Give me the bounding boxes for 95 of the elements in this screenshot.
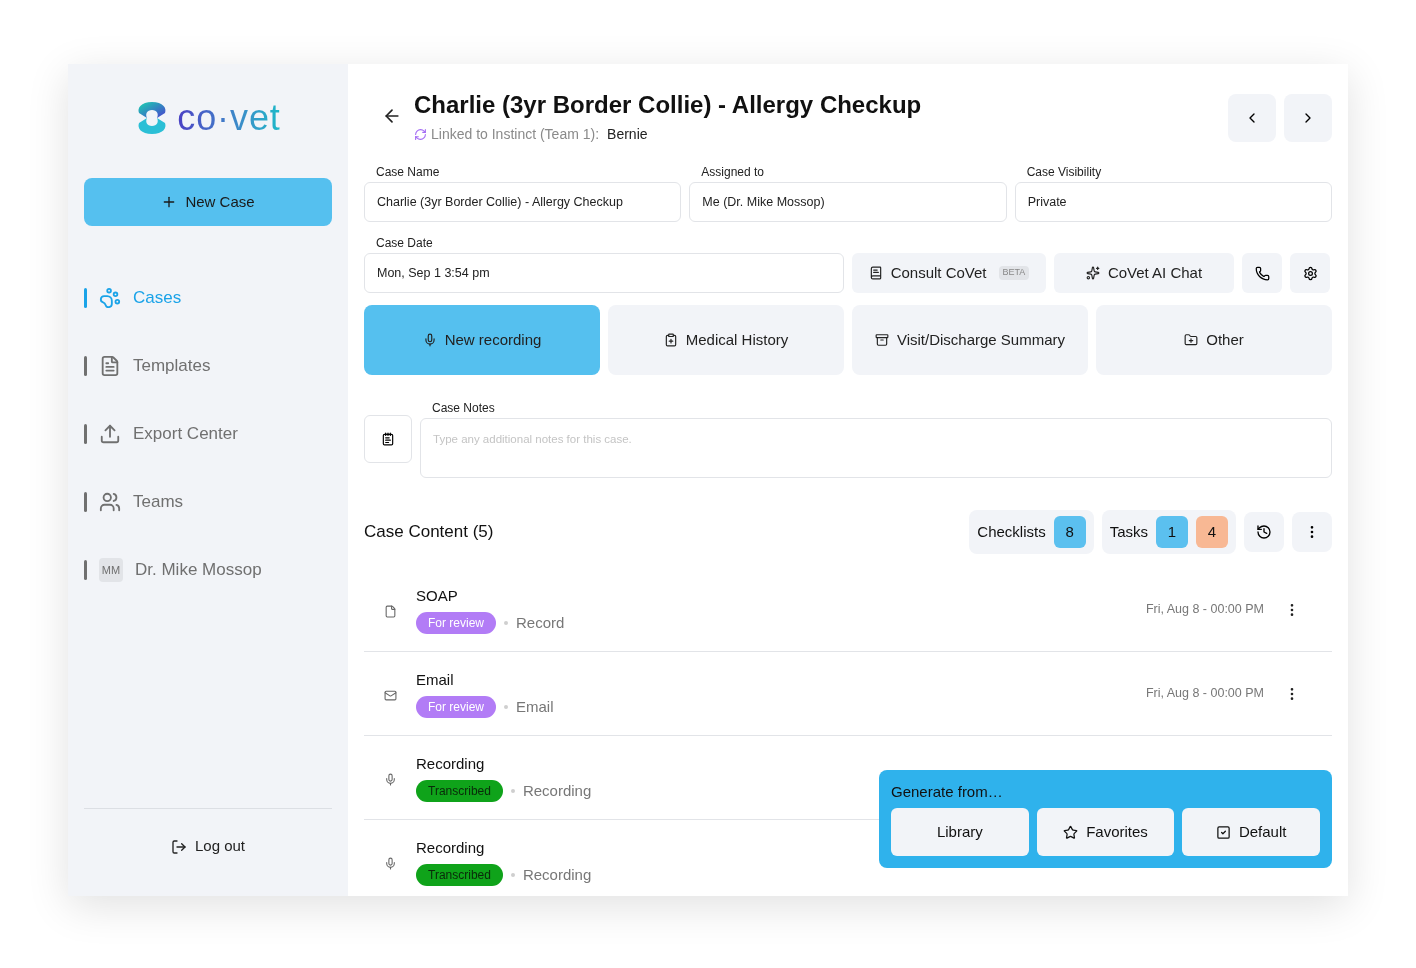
content-row[interactable]: Email For review Email Fri, Aug 8 - 00:00 PM (364, 652, 1332, 736)
logout-button[interactable]: Log out (170, 835, 245, 858)
star-icon (1063, 824, 1079, 840)
dot-separator (510, 872, 515, 877)
phone-icon (1254, 265, 1270, 281)
notes-field[interactable]: Type any additional notes for this case. (420, 418, 1332, 478)
tasks-button[interactable]: Tasks 1 4 (1101, 510, 1236, 554)
counter-label: Checklists (977, 521, 1046, 542)
nav-indicator (84, 288, 87, 308)
popover-title: Generate from… (891, 782, 1004, 802)
linked-label: Linked to Instinct (Team 1): (431, 125, 600, 144)
item-title: Email (416, 670, 455, 690)
checklists-button[interactable]: Checklists 8 (969, 510, 1094, 554)
clipboard-icon (663, 333, 678, 347)
nav-item[interactable]: Templates (84, 332, 332, 400)
nav-indicator (84, 560, 87, 580)
case-title: Charlie (3yr Border Collie) - Allergy Checkup (414, 90, 923, 120)
create-button[interactable]: Visit/Discharge Summary (852, 305, 1088, 375)
history-button[interactable] (1244, 512, 1284, 552)
microphone-icon (422, 333, 437, 347)
nav-label: Cases (133, 287, 182, 310)
dot-separator (504, 704, 508, 709)
status-badge: For review (416, 611, 496, 634)
new-case-button[interactable]: New Case (84, 178, 332, 226)
item-title: Recording (416, 754, 486, 774)
nav-indicator (84, 424, 87, 444)
nav-item[interactable]: MM Dr. Mike Mossop (84, 536, 332, 604)
status-badge: Transcribed (416, 779, 503, 802)
action-button[interactable]: CoVet AI Chat (1054, 253, 1234, 293)
field-label: Case Date (376, 235, 434, 252)
section-title: Case Content (5) (364, 521, 495, 544)
nav-label: Templates (133, 355, 211, 378)
microphone-icon (383, 773, 397, 786)
notes-button[interactable] (364, 415, 412, 463)
document-icon (99, 355, 121, 377)
upload-icon (99, 423, 121, 445)
item-type: Email (516, 696, 554, 717)
file-icon (383, 605, 397, 618)
avatar: MM (99, 558, 123, 582)
book-icon (868, 266, 883, 280)
nav-indicator (84, 492, 87, 512)
nav-label: Export Center (133, 423, 238, 446)
generate-option-button[interactable]: Library (891, 808, 1029, 856)
nav-item[interactable]: Teams (84, 468, 332, 536)
item-date: Fri, Aug 8 - 00:00 PM (1145, 601, 1264, 619)
text-field[interactable]: Me (Dr. Mike Mossop) (689, 182, 1007, 222)
nav-label: Dr. Mike Mossop (135, 559, 262, 582)
text-field[interactable]: Private (1014, 182, 1332, 222)
sync-icon (414, 128, 427, 141)
archive-icon (874, 333, 889, 347)
nav-indicator (84, 356, 87, 376)
field-label: Case Visibility (1026, 164, 1103, 181)
count-badge: 4 (1196, 516, 1228, 548)
sparkles-icon (1085, 266, 1100, 280)
field-label: Case Name (376, 164, 441, 181)
status-badge: Transcribed (416, 863, 503, 886)
settings-button[interactable] (1290, 253, 1330, 293)
counter-label: Tasks (1109, 521, 1148, 542)
logout-icon (170, 838, 187, 855)
nav-item[interactable]: Export Center (84, 400, 332, 468)
mail-icon (383, 689, 397, 702)
folder-plus-icon (1184, 333, 1199, 347)
linked-value: Bernie (607, 125, 648, 144)
item-date: Fri, Aug 8 - 00:00 PM (1145, 685, 1264, 703)
paw-icon (99, 287, 121, 309)
nav-label: Teams (133, 491, 184, 514)
action-button[interactable]: Consult CoVet BETA (852, 253, 1046, 293)
notepad-icon (381, 432, 395, 446)
count-badge: 1 (1156, 516, 1188, 548)
item-title: Recording (416, 838, 486, 858)
generate-option-button[interactable]: Favorites (1036, 808, 1175, 856)
create-button[interactable]: Medical History (608, 305, 844, 375)
text-field[interactable]: Charlie (3yr Border Collie) - Allergy Checkup (364, 182, 682, 222)
phone-button[interactable] (1242, 253, 1282, 293)
status-badge: For review (416, 695, 496, 718)
microphone-icon (383, 857, 397, 870)
create-button[interactable]: New recording (364, 305, 600, 375)
item-type: Recording (522, 864, 592, 885)
dot-separator (504, 620, 508, 625)
checkbox-icon (1215, 824, 1231, 840)
count-badge: 8 (1053, 516, 1086, 548)
generate-option-button[interactable]: Default (1182, 808, 1320, 856)
users-icon (99, 491, 121, 513)
item-title: SOAP (416, 586, 459, 606)
item-type: Record (516, 612, 565, 633)
field-label: Assigned to (701, 164, 766, 181)
create-button[interactable]: Other (1096, 305, 1332, 375)
beta-badge: BETA (998, 266, 1030, 280)
item-type: Recording (522, 780, 592, 801)
settings-icon (1302, 265, 1318, 281)
date-field[interactable]: Mon, Sep 1 3:54 pm (364, 253, 844, 293)
history-icon (1256, 524, 1272, 540)
dot-separator (510, 788, 515, 793)
content-row[interactable]: SOAP For review Record Fri, Aug 8 - 00:00 PM (364, 568, 1332, 652)
field-label: Case Notes (432, 400, 496, 417)
